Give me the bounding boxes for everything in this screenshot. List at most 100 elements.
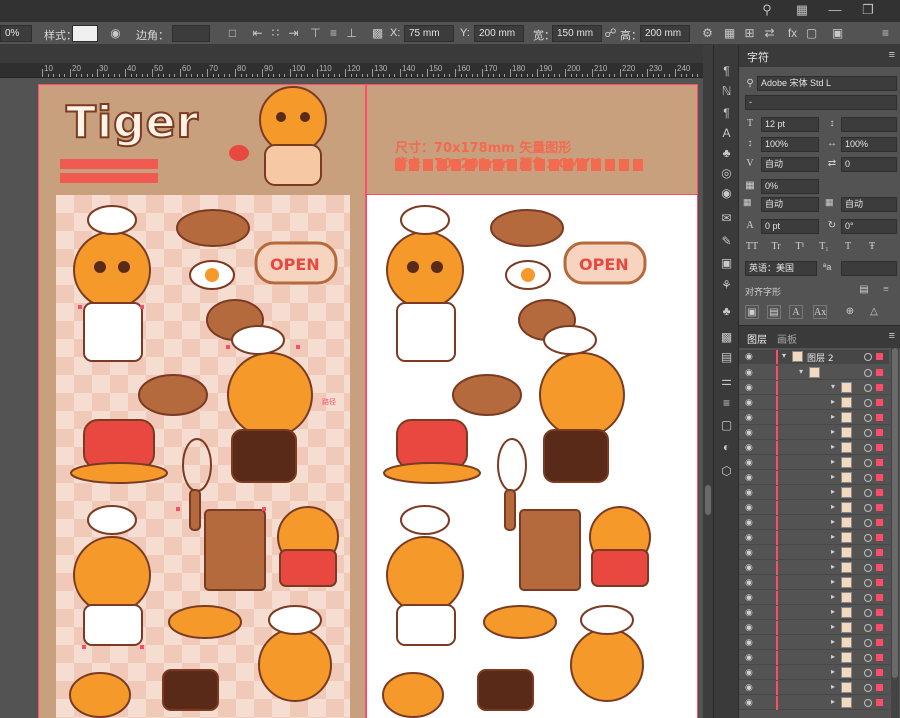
visibility-eye-icon[interactable]: ◉ — [745, 622, 755, 633]
wrap-icon[interactable]: ▣ — [830, 26, 845, 41]
visibility-eye-icon[interactable]: ◉ — [745, 652, 755, 663]
transform-icon[interactable]: ▩ — [370, 26, 385, 41]
sublayer-row[interactable]: ◉ ▸ — [739, 591, 889, 605]
visibility-eye-icon[interactable]: ◉ — [745, 427, 755, 438]
expand-arrow-icon[interactable]: ▸ — [831, 517, 835, 526]
appearance-icon[interactable]: ◎ — [718, 165, 735, 182]
symbols-icon[interactable]: ♣ — [718, 303, 735, 320]
sublayer-row[interactable]: ◉ ▸ — [739, 651, 889, 665]
target-circle-icon[interactable] — [864, 594, 872, 602]
selection-square[interactable] — [876, 639, 883, 646]
visibility-eye-icon[interactable]: ◉ — [745, 517, 755, 528]
target-circle-icon[interactable] — [864, 489, 872, 497]
expand-arrow-icon[interactable]: ▸ — [831, 487, 835, 496]
subscript-button[interactable]: T₁ — [817, 240, 831, 254]
panel-menu-icon[interactable]: ≡ — [889, 330, 895, 342]
y-field[interactable]: 200 mm — [474, 25, 524, 42]
tsume-field[interactable]: 0% — [761, 179, 819, 194]
sublayer-row[interactable]: ◉ ▸ — [739, 666, 889, 680]
selection-square[interactable] — [876, 684, 883, 691]
selection-square[interactable] — [876, 549, 883, 556]
target-circle-icon[interactable] — [864, 384, 872, 392]
selection-square[interactable] — [876, 369, 883, 376]
panel-menu-icon[interactable]: ≡ — [889, 49, 895, 61]
artboards-panel-icon[interactable]: ▩ — [718, 329, 735, 346]
isolate-icon[interactable]: ▢ — [804, 26, 819, 41]
selection-square[interactable] — [876, 624, 883, 631]
visibility-eye-icon[interactable]: ◉ — [745, 592, 755, 603]
arrange-icon[interactable]: ⊞ — [742, 26, 757, 41]
align-center-icon[interactable]: ∷ — [268, 26, 283, 41]
align-panel-icon[interactable]: ⚌ — [718, 373, 735, 390]
visibility-eye-icon[interactable]: ◉ — [745, 667, 755, 678]
selection-square[interactable] — [876, 504, 883, 511]
brushes-icon[interactable]: ⚘ — [718, 277, 735, 294]
target-circle-icon[interactable] — [864, 669, 872, 677]
visibility-eye-icon[interactable]: ◉ — [745, 607, 755, 618]
sublayer-row[interactable]: ◉ ▸ — [739, 426, 889, 440]
target-circle-icon[interactable] — [864, 429, 872, 437]
sublayer-row[interactable]: ◉ ▸ — [739, 441, 889, 455]
expand-arrow-icon[interactable]: ▸ — [831, 442, 835, 451]
target-circle-icon[interactable] — [864, 369, 872, 377]
font-style-field[interactable]: - — [745, 95, 897, 110]
strikethrough-button[interactable]: Ŧ — [865, 240, 879, 254]
expand-arrow-icon[interactable]: ▸ — [831, 607, 835, 616]
selection-square[interactable] — [876, 699, 883, 706]
minimize-icon[interactable]: — — [827, 3, 843, 17]
target-circle-icon[interactable] — [864, 444, 872, 452]
target-circle-icon[interactable] — [864, 579, 872, 587]
selection-square[interactable] — [876, 564, 883, 571]
sublayer-row[interactable]: ◉ ▸ — [739, 606, 889, 620]
baseline-shift-field[interactable]: 0 pt — [761, 219, 819, 234]
target-circle-icon[interactable] — [864, 639, 872, 647]
aki-left-field[interactable]: 自动 — [761, 197, 819, 212]
sublayer-row[interactable]: ◉ ▸ — [739, 561, 889, 575]
expand-arrow-icon[interactable]: ▸ — [831, 547, 835, 556]
recolor-icon[interactable]: ◉ — [108, 26, 123, 41]
sublayer-row[interactable]: ◉ ▸ — [739, 456, 889, 470]
layer-row-main[interactable]: ◉ ▾ 图层 2 — [739, 350, 889, 364]
visibility-eye-icon[interactable]: ◉ — [745, 697, 755, 708]
expand-arrow-icon[interactable]: ▸ — [831, 622, 835, 631]
antialias-field[interactable] — [841, 261, 897, 276]
expand-arrow-icon[interactable]: ▾ — [831, 382, 835, 391]
visibility-eye-icon[interactable]: ◉ — [745, 367, 755, 378]
font-search-icon[interactable]: ⚲ — [743, 77, 757, 91]
sublayer-row[interactable]: ◉ ▸ — [739, 531, 889, 545]
flip-icon[interactable]: ⇄ — [762, 26, 777, 41]
glyphs-icon[interactable]: ♣ — [718, 145, 735, 162]
expand-arrow-icon[interactable]: ▸ — [831, 592, 835, 601]
visibility-eye-icon[interactable]: ◉ — [745, 397, 755, 408]
visibility-eye-icon[interactable]: ◉ — [745, 577, 755, 588]
height-field[interactable]: 200 mm — [640, 25, 690, 42]
expand-arrow-icon[interactable]: ▸ — [831, 502, 835, 511]
expand-arrow-icon[interactable]: ▸ — [831, 667, 835, 676]
sublayer-row[interactable]: ◉ ▾ — [739, 366, 889, 380]
expand-arrow-icon[interactable]: ▸ — [831, 457, 835, 466]
character-styles-icon[interactable]: A — [718, 125, 735, 142]
paragraph-icon[interactable]: ¶ — [718, 63, 735, 80]
target-circle-icon[interactable] — [864, 699, 872, 707]
tab-layers[interactable]: 图层 — [747, 331, 767, 346]
aki-right-field[interactable]: 自动 — [841, 197, 897, 212]
small-caps-button[interactable]: Tr — [769, 240, 783, 254]
selection-square[interactable] — [876, 579, 883, 586]
target-circle-icon[interactable] — [864, 549, 872, 557]
visibility-eye-icon[interactable]: ◉ — [745, 547, 755, 558]
expand-arrow-icon[interactable]: ▸ — [831, 637, 835, 646]
selection-square[interactable] — [876, 534, 883, 541]
target-circle-icon[interactable] — [864, 414, 872, 422]
visibility-eye-icon[interactable]: ◉ — [745, 562, 755, 573]
visibility-eye-icon[interactable]: ◉ — [745, 382, 755, 393]
link-proportions-icon[interactable]: ☍ — [603, 26, 618, 41]
target-circle-icon[interactable] — [864, 504, 872, 512]
selection-square[interactable] — [876, 444, 883, 451]
selection-square[interactable] — [876, 474, 883, 481]
expand-arrow-icon[interactable]: ▸ — [831, 427, 835, 436]
visibility-eye-icon[interactable]: ◉ — [745, 682, 755, 693]
sublayer-row[interactable]: ◉ ▸ — [739, 621, 889, 635]
expand-arrow-icon[interactable]: ▸ — [831, 697, 835, 706]
expand-arrow-icon[interactable]: ▸ — [831, 532, 835, 541]
align-glyph-bounds-icon[interactable]: A — [789, 305, 803, 319]
